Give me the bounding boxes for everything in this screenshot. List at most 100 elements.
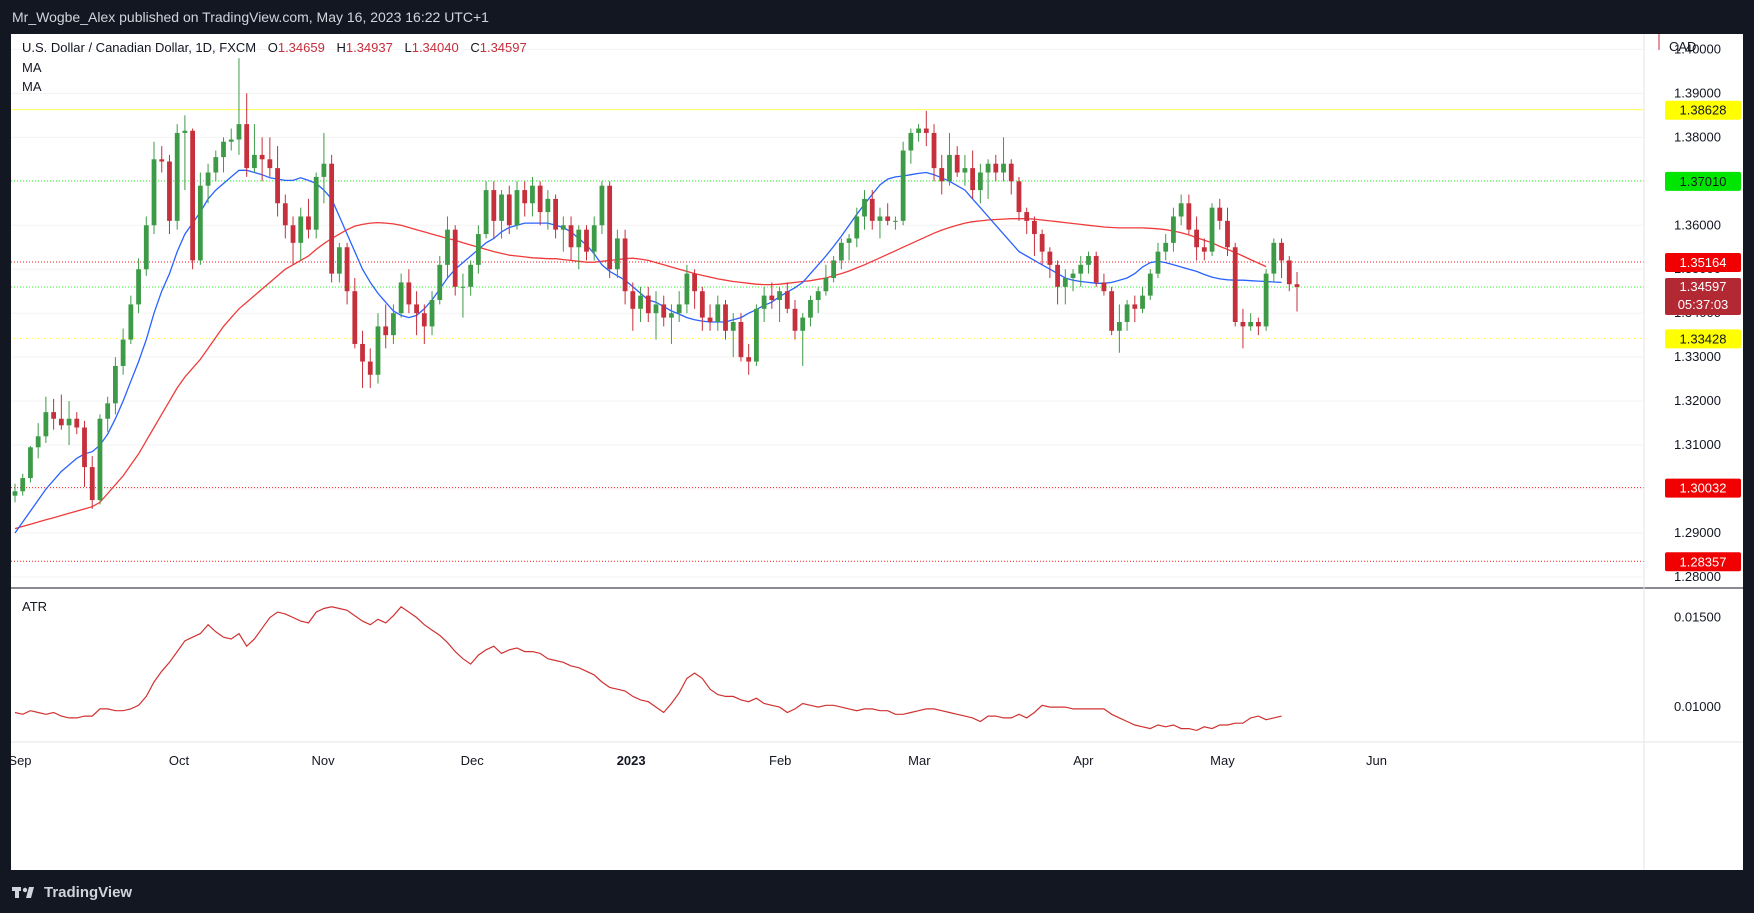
candle-body bbox=[1194, 229, 1199, 248]
candle-body bbox=[630, 291, 636, 309]
candle-body bbox=[985, 163, 991, 173]
candle-body bbox=[723, 304, 728, 331]
candle-body bbox=[483, 190, 489, 235]
atr-legend[interactable]: ATR bbox=[22, 599, 47, 614]
candle-body bbox=[1086, 256, 1091, 265]
tradingview-brand: TradingView bbox=[44, 883, 133, 901]
time-tick-label: Apr bbox=[1073, 753, 1094, 768]
atr-tick-label: 0.01000 bbox=[1674, 699, 1721, 714]
atr-line bbox=[14, 606, 1282, 732]
legend-line: U.S. Dollar / Canadian Dollar, 1D, FXCM … bbox=[22, 40, 527, 55]
time-axis[interactable]: Sep Oct Nov Dec 2023 Feb Mar Apr May Jun bbox=[8, 753, 1387, 768]
candle-body bbox=[1109, 291, 1115, 331]
level-value: 1.35164 bbox=[1680, 255, 1727, 270]
legend-high-value: 1.34937 bbox=[346, 40, 393, 55]
candle-body bbox=[20, 478, 26, 492]
legend-ma-2[interactable]: MA bbox=[22, 79, 42, 94]
chart-canvas[interactable]: 1.280001.290001.300001.310001.320001.330… bbox=[8, 34, 1743, 870]
ma-fast-line bbox=[14, 169, 1282, 534]
candle-body bbox=[1140, 295, 1145, 309]
candle-body bbox=[190, 130, 196, 261]
candle-body bbox=[1132, 304, 1138, 309]
candle-body bbox=[993, 163, 999, 173]
candle-body bbox=[1101, 282, 1107, 292]
level-value: 1.33428 bbox=[1680, 331, 1727, 346]
candle-body bbox=[113, 365, 118, 404]
time-tick-label: Nov bbox=[312, 753, 336, 768]
candle-body bbox=[437, 264, 443, 301]
candle-body bbox=[769, 295, 775, 301]
candle-body bbox=[58, 418, 64, 426]
candle-body bbox=[336, 247, 342, 274]
candle-body bbox=[916, 128, 921, 133]
tradingview-logo[interactable]: TradingView bbox=[12, 881, 132, 903]
atr-axis[interactable]: 0.01000 0.01500 bbox=[1674, 610, 1721, 715]
time-tick-label: May bbox=[1210, 753, 1235, 768]
currency-label: CAD bbox=[1669, 39, 1696, 54]
candle-body bbox=[761, 295, 767, 309]
candle-body bbox=[877, 216, 883, 221]
candle-body bbox=[414, 304, 419, 314]
candle-body bbox=[869, 198, 875, 221]
candle-body bbox=[506, 194, 512, 226]
candle-body bbox=[452, 229, 458, 287]
time-tick-label: 2023 bbox=[617, 753, 646, 768]
candle-body bbox=[252, 154, 257, 169]
time-tick-label: Oct bbox=[169, 753, 190, 768]
time-tick-label: Mar bbox=[908, 753, 931, 768]
candle-body bbox=[120, 339, 126, 366]
candle-body bbox=[1116, 321, 1122, 331]
candle-body bbox=[1286, 260, 1292, 285]
candle-body bbox=[823, 278, 829, 292]
candle-body bbox=[1279, 242, 1284, 261]
candle-body bbox=[391, 313, 396, 336]
candle-body bbox=[854, 216, 860, 239]
candle-body bbox=[599, 185, 605, 226]
candle-body bbox=[1016, 181, 1022, 213]
candle-body bbox=[1217, 207, 1223, 221]
candle-body bbox=[267, 159, 273, 169]
candle-body bbox=[947, 154, 952, 182]
candle-body bbox=[638, 295, 643, 309]
candle-body bbox=[530, 185, 535, 204]
candle-body bbox=[105, 403, 111, 419]
candle-body bbox=[383, 326, 389, 336]
candle-body bbox=[792, 308, 798, 331]
countdown-timer: 05:37:03 bbox=[1678, 297, 1729, 312]
candle-body bbox=[352, 291, 358, 344]
candle-body bbox=[445, 229, 450, 265]
candle-body bbox=[1024, 212, 1030, 221]
candle-body bbox=[136, 269, 141, 305]
legend-close-label: C bbox=[470, 40, 479, 55]
candle-body bbox=[1039, 234, 1045, 252]
candle-body bbox=[236, 124, 242, 140]
candle-body bbox=[221, 141, 226, 158]
candle-body bbox=[275, 168, 280, 204]
candle-body bbox=[1225, 220, 1230, 248]
candle-body bbox=[545, 198, 551, 213]
atr-tick-label: 0.01500 bbox=[1674, 610, 1721, 625]
candle-body bbox=[1271, 242, 1277, 274]
publisher-text: Mr_Wogbe_Alex published on TradingView.c… bbox=[12, 9, 489, 25]
candle-body bbox=[684, 273, 690, 305]
candle-body bbox=[1171, 216, 1176, 243]
price-tick-label: 1.29000 bbox=[1674, 525, 1721, 540]
candle-body bbox=[900, 150, 906, 221]
level-value: 1.38628 bbox=[1680, 103, 1727, 118]
candle-body bbox=[306, 216, 311, 230]
candle-body bbox=[800, 317, 806, 331]
candle-body bbox=[808, 300, 813, 318]
candle-body bbox=[1032, 220, 1037, 235]
candle-body bbox=[329, 163, 335, 274]
legend-open-label: O bbox=[268, 40, 278, 55]
candle-body bbox=[143, 225, 149, 270]
candle-body bbox=[1078, 264, 1084, 274]
candle-body bbox=[591, 225, 597, 252]
candle-body bbox=[282, 203, 288, 226]
candle-body bbox=[1232, 247, 1238, 322]
chart-panel[interactable]: 1.280001.290001.300001.310001.320001.330… bbox=[8, 34, 1743, 870]
candle-body bbox=[537, 185, 543, 213]
legend-ma-1[interactable]: MA bbox=[22, 60, 42, 75]
candle-body bbox=[82, 427, 87, 468]
candle-body bbox=[89, 467, 95, 501]
